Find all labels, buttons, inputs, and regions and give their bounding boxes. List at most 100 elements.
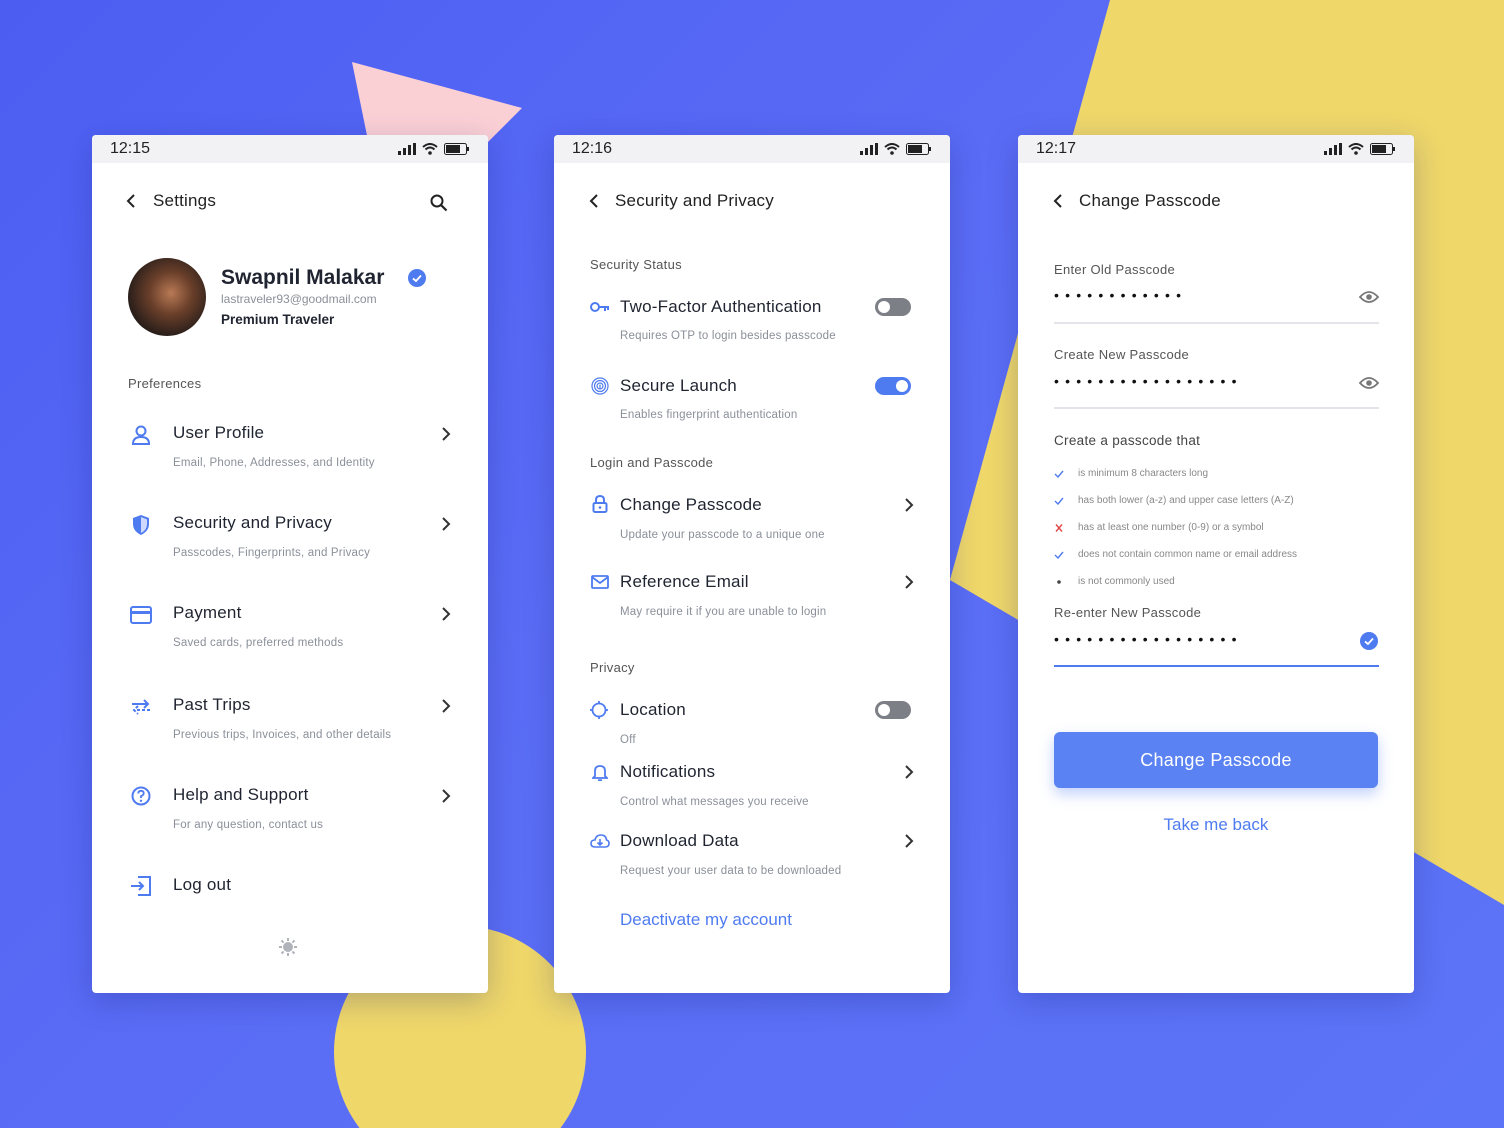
section-preferences: Preferences (128, 376, 202, 391)
phone-settings: 12:15 Settings Swapnil Malakar lastravel… (92, 135, 488, 993)
menu-item-security-privacy[interactable]: Security and Privacy Passcodes, Fingerpr… (92, 511, 488, 581)
back-chevron-icon[interactable] (587, 193, 601, 209)
back-chevron-icon[interactable] (1051, 193, 1065, 209)
setting-notifications[interactable]: Notifications Control what messages you … (554, 762, 950, 812)
check-icon (1054, 470, 1064, 478)
menu-item-subtitle: Saved cards, preferred methods (173, 637, 344, 649)
eye-icon[interactable] (1359, 290, 1379, 304)
menu-item-title: Past Trips (173, 695, 251, 714)
status-bar: 12:16 (554, 135, 950, 163)
setting-title: Secure Launch (620, 376, 737, 395)
setting-change-passcode[interactable]: Change Passcode Update your passcode to … (554, 494, 950, 554)
new-passcode-label: Create New Passcode (1054, 347, 1190, 362)
setting-two-factor: Two-Factor Authentication Requires OTP t… (554, 295, 950, 355)
logout-button[interactable]: Log out (92, 873, 488, 903)
check-circle-icon (1360, 632, 1378, 650)
menu-item-subtitle: Previous trips, Invoices, and other deta… (173, 729, 392, 741)
profile-name: Swapnil Malakar (221, 266, 385, 289)
back-chevron-icon[interactable] (124, 193, 138, 209)
reenter-passcode-label: Re-enter New Passcode (1054, 605, 1202, 620)
setting-subtitle: May require it if you are unable to logi… (620, 606, 827, 618)
chevron-right-icon (442, 607, 451, 621)
setting-reference-email[interactable]: Reference Email May require it if you ar… (554, 572, 950, 632)
menu-item-title: Payment (173, 603, 242, 622)
setting-subtitle: Request your user data to be downloaded (620, 865, 842, 877)
setting-title: Two-Factor Authentication (620, 297, 822, 316)
bell-icon (592, 765, 608, 781)
setting-title: Change Passcode (620, 495, 762, 514)
setting-location: Location Off (554, 700, 950, 750)
setting-subtitle: Requires OTP to login besides passcode (620, 330, 836, 342)
chevron-right-icon (442, 517, 451, 531)
logout-label: Log out (173, 875, 232, 894)
status-bar: 12:17 (1018, 135, 1414, 163)
chevron-right-icon (905, 834, 914, 848)
bullet-icon (1057, 579, 1061, 584)
rule-item: has both lower (a-z) and upper case lett… (1054, 487, 1297, 514)
rule-text: has at least one number (0-9) or a symbo… (1078, 522, 1264, 533)
menu-item-payment[interactable]: Payment Saved cards, preferred methods (92, 601, 488, 671)
setting-subtitle: Control what messages you receive (620, 796, 809, 808)
menu-item-title: Security and Privacy (173, 513, 332, 532)
phone-security-privacy: 12:16 Security and Privacy Security Stat… (554, 135, 950, 993)
eye-icon[interactable] (1359, 376, 1379, 390)
rule-text: is not commonly used (1078, 576, 1175, 587)
setting-title: Reference Email (620, 572, 749, 591)
location-toggle[interactable] (875, 701, 911, 719)
rule-item: has at least one number (0-9) or a symbo… (1054, 514, 1297, 541)
menu-item-past-trips[interactable]: Past Trips Previous trips, Invoices, and… (92, 693, 488, 763)
rules-title: Create a passcode that (1054, 433, 1201, 448)
two-factor-toggle[interactable] (875, 298, 911, 316)
rule-item: does not contain common name or email ad… (1054, 541, 1297, 568)
status-time: 12:17 (1036, 140, 1077, 157)
battery-icon (444, 143, 469, 155)
menu-item-title: Help and Support (173, 785, 309, 804)
signal-icon (860, 143, 878, 155)
setting-subtitle: Off (620, 734, 636, 746)
rule-text: does not contain common name or email ad… (1078, 549, 1298, 560)
setting-title: Location (620, 700, 686, 719)
check-icon (1054, 551, 1064, 559)
page-title: Change Passcode (1079, 191, 1221, 210)
passcode-rules-list: is minimum 8 characters long has both lo… (1054, 460, 1297, 595)
wifi-icon (422, 143, 438, 155)
card-icon (130, 606, 152, 624)
status-bar: 12:15 (92, 135, 488, 163)
rule-text: is minimum 8 characters long (1078, 468, 1209, 479)
setting-subtitle: Update your passcode to a unique one (620, 529, 825, 541)
shield-icon (133, 515, 149, 535)
user-icon (131, 425, 151, 445)
menu-item-subtitle: For any question, contact us (173, 819, 324, 831)
avatar[interactable] (128, 258, 206, 336)
signal-icon (398, 143, 416, 155)
chevron-right-icon (905, 498, 914, 512)
menu-item-help-support[interactable]: Help and Support For any question, conta… (92, 783, 488, 853)
battery-icon (906, 143, 931, 155)
reenter-passcode-input[interactable]: ••••••••••••••••• (1054, 631, 1243, 647)
wifi-icon (1348, 143, 1364, 155)
setting-title: Notifications (620, 762, 716, 781)
secure-launch-toggle[interactable] (875, 377, 911, 395)
old-passcode-input[interactable]: •••••••••••• (1054, 287, 1187, 303)
setting-title: Download Data (620, 831, 739, 850)
search-icon[interactable] (430, 194, 448, 212)
mail-icon (591, 575, 609, 589)
signal-icon (1324, 143, 1342, 155)
menu-item-title: User Profile (173, 423, 265, 442)
status-time: 12:15 (110, 140, 151, 157)
menu-item-user-profile[interactable]: User Profile Email, Phone, Addresses, an… (92, 421, 488, 491)
page-title: Settings (153, 191, 217, 210)
menu-item-subtitle: Email, Phone, Addresses, and Identity (173, 457, 375, 469)
new-passcode-input[interactable]: ••••••••••••••••• (1054, 373, 1243, 389)
theme-toggle-icon[interactable] (279, 938, 297, 956)
battery-icon (1370, 143, 1395, 155)
chevron-right-icon (442, 699, 451, 713)
setting-download-data[interactable]: Download Data Request your user data to … (554, 831, 950, 881)
take-me-back-link[interactable]: Take me back (1018, 815, 1414, 835)
help-icon (131, 786, 151, 806)
deactivate-account-link[interactable]: Deactivate my account (620, 910, 792, 930)
wifi-icon (884, 143, 900, 155)
change-passcode-button[interactable]: Change Passcode (1054, 732, 1378, 788)
cross-icon (1055, 523, 1063, 532)
location-target-icon (590, 701, 608, 719)
